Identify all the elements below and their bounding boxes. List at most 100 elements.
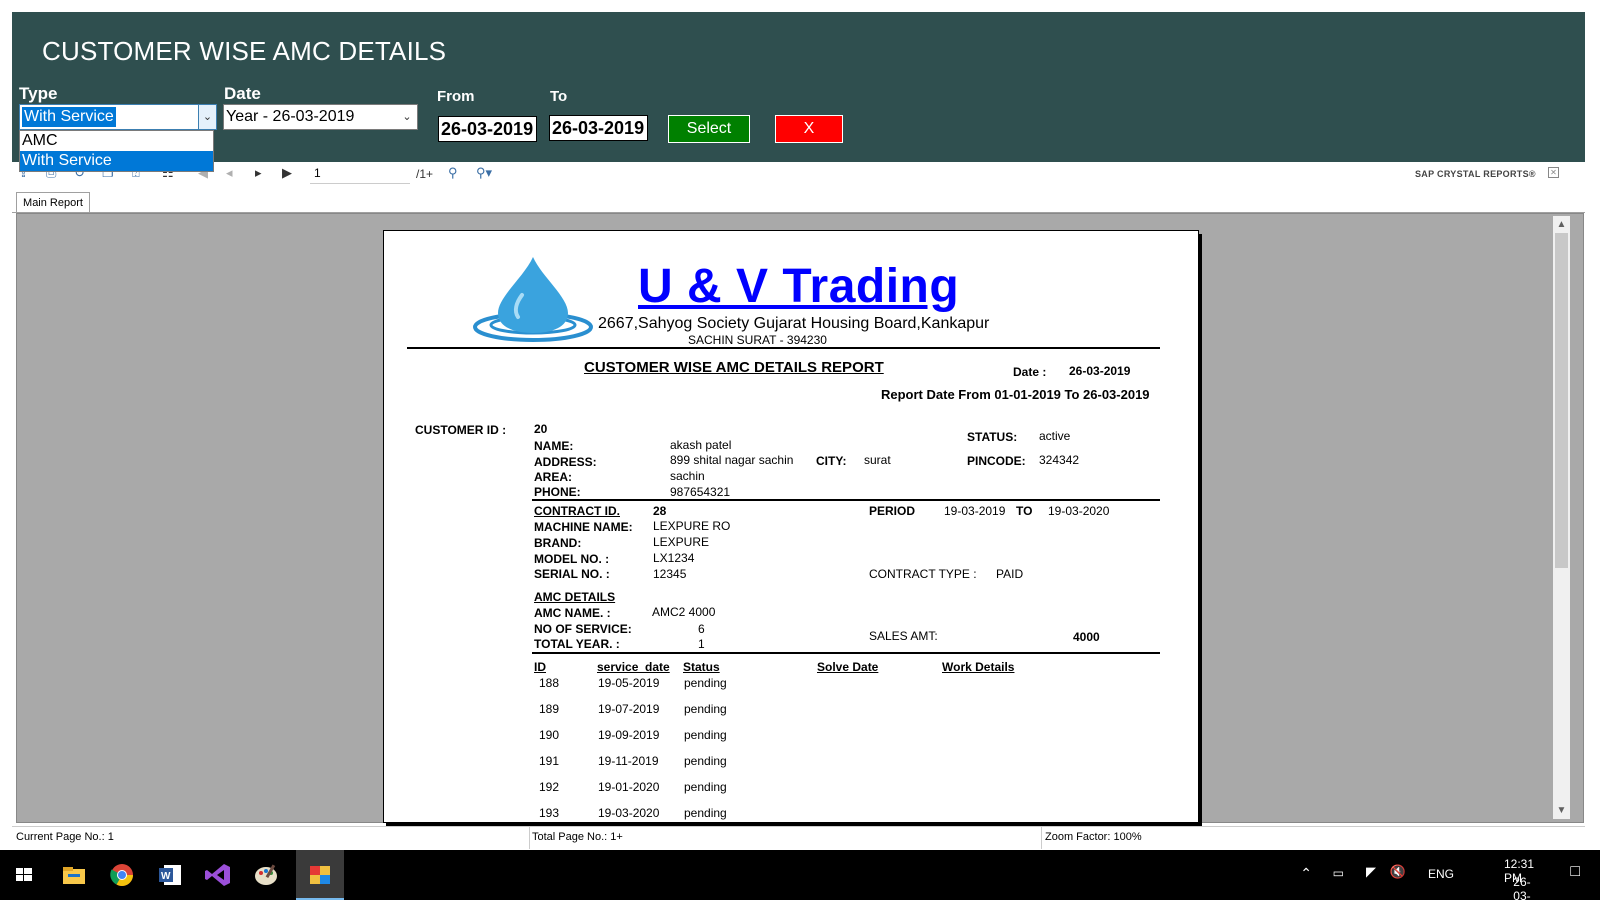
type-option-with-service[interactable]: With Service	[20, 151, 213, 171]
active-app-tile[interactable]	[296, 850, 344, 900]
column-header-status: Status	[683, 660, 720, 674]
volume-muted-icon[interactable]: 🔇	[1390, 864, 1406, 880]
vertical-scrollbar[interactable]: ▲ ▼	[1553, 216, 1570, 819]
total-page-status: Total Page No.: 1+	[532, 831, 623, 843]
page-number-input[interactable]: 1	[310, 164, 410, 184]
contract-type-label: CONTRACT TYPE :	[869, 567, 977, 581]
column-header-solve-date: Solve Date	[817, 660, 879, 674]
company-address-line1: 2667,Sahyog Society Gujarat Housing Boar…	[598, 315, 990, 332]
select-button[interactable]: Select	[668, 115, 750, 143]
column-header-work-details: Work Details	[942, 660, 1015, 674]
close-icon[interactable]: ✕	[1548, 167, 1559, 178]
zoom-icon[interactable]: ⚲▾	[476, 165, 492, 181]
service-date: 19-09-2019	[598, 728, 660, 742]
from-date-field[interactable]: 26-03-2019	[438, 116, 537, 142]
from-label: From	[437, 88, 475, 105]
last-page-icon[interactable]: ▶	[282, 165, 292, 181]
report-toolbar: ⇪ ⎙ ↻ ❐ ⍰ ☷ ◀ ◂ ▸ ▶ 1 /1+ ⚲ ⚲▾ SAP CRYST…	[12, 162, 1585, 186]
machine-name-label: MACHINE NAME:	[534, 520, 633, 534]
report-title: CUSTOMER WISE AMC DETAILS REPORT	[584, 359, 884, 376]
brand-label: BRAND:	[534, 536, 582, 550]
total-year: 1	[698, 637, 705, 651]
customer-id-label: CUSTOMER ID :	[415, 423, 507, 437]
close-button[interactable]: X	[775, 115, 843, 143]
chrome-icon[interactable]	[106, 860, 138, 890]
status-bar: Current Page No.: 1 Total Page No.: 1+ Z…	[12, 826, 1585, 849]
service-id: 190	[539, 728, 560, 742]
tab-main-report[interactable]: Main Report	[16, 192, 90, 213]
column-header-id: ID	[534, 660, 546, 674]
date-label: Date	[224, 84, 261, 103]
crystal-reports-brand: SAP CRYSTAL REPORTS®	[1415, 169, 1536, 179]
service-status: pending	[684, 676, 727, 690]
amc-name: AMC2 4000	[652, 605, 716, 619]
type-select[interactable]: With Service ⌄	[19, 104, 217, 130]
page-count: /1+	[416, 167, 434, 181]
to-date-field[interactable]: 26-03-2019	[549, 115, 648, 141]
notification-icon[interactable]: □	[1570, 863, 1580, 881]
next-page-icon[interactable]: ▸	[255, 165, 262, 181]
word-icon[interactable]: W	[154, 860, 186, 890]
visual-studio-icon[interactable]	[202, 860, 234, 890]
sales-amount: 4000	[1073, 630, 1100, 644]
scroll-thumb[interactable]	[1555, 233, 1568, 568]
status-label: STATUS:	[967, 430, 1018, 444]
to-label: To	[550, 88, 568, 105]
chevron-down-icon[interactable]: ⌄	[399, 105, 415, 129]
app-window: CUSTOMER WISE AMC DETAILS Type Date From…	[0, 0, 1600, 917]
type-option-amc[interactable]: AMC	[20, 131, 213, 151]
clock-date[interactable]: 26-03-2019	[1513, 875, 1540, 917]
battery-icon[interactable]: ▭	[1333, 866, 1344, 880]
report-date-value: 26-03-2019	[1069, 364, 1131, 378]
customer-name: akash patel	[670, 438, 732, 452]
service-date: 19-03-2020	[598, 806, 660, 820]
serial-label: SERIAL NO. :	[534, 567, 610, 581]
pincode-label: PINCODE:	[967, 454, 1026, 468]
file-explorer-icon[interactable]	[58, 860, 90, 890]
divider	[407, 347, 1160, 349]
language-indicator[interactable]: ENG	[1428, 867, 1454, 881]
brand-value: LEXPURE	[653, 535, 710, 549]
divider	[1041, 827, 1042, 849]
total-year-label: TOTAL YEAR. :	[534, 637, 620, 651]
scroll-down-icon[interactable]: ▼	[1553, 802, 1570, 819]
scroll-up-icon[interactable]: ▲	[1553, 216, 1570, 233]
date-select[interactable]: Year - 26-03-2019 ⌄	[223, 104, 418, 130]
service-status: pending	[684, 780, 727, 794]
svg-text:W: W	[161, 871, 171, 882]
city-label: CITY:	[816, 454, 847, 468]
crystal-report-app-icon	[310, 866, 330, 884]
service-id: 192	[539, 780, 560, 794]
no-of-service-label: NO OF SERVICE:	[534, 622, 632, 636]
phone-label: PHONE:	[534, 485, 581, 499]
service-id: 189	[539, 702, 560, 716]
find-icon[interactable]: ⚲	[448, 165, 458, 181]
service-date: 19-07-2019	[598, 702, 660, 716]
contract-id-label: CONTRACT ID.	[534, 504, 620, 518]
windows-start-icon[interactable]	[8, 860, 40, 890]
service-date: 19-11-2019	[598, 754, 659, 768]
divider	[532, 652, 1160, 654]
zoom-status: Zoom Factor: 100%	[1045, 831, 1142, 843]
customer-status: active	[1039, 429, 1071, 443]
service-status: pending	[684, 728, 727, 742]
service-status: pending	[684, 702, 727, 716]
paint-icon[interactable]	[250, 860, 282, 890]
service-date: 19-05-2019	[598, 676, 660, 690]
customer-id: 20	[534, 422, 548, 436]
contract-type: PAID	[996, 567, 1024, 581]
service-status: pending	[684, 754, 727, 768]
customer-city: surat	[864, 453, 891, 467]
chevron-up-icon[interactable]: ⌃	[1300, 865, 1312, 882]
service-date: 19-01-2020	[598, 780, 660, 794]
machine-name: LEXPURE RO	[653, 519, 731, 533]
chevron-down-icon[interactable]: ⌄	[198, 105, 216, 129]
period-from: 19-03-2019	[944, 504, 1006, 518]
divider	[532, 499, 1160, 501]
current-page-status: Current Page No.: 1	[16, 831, 114, 843]
amc-name-label: AMC NAME. :	[534, 606, 611, 620]
date-select-value: Year - 26-03-2019	[226, 108, 355, 125]
previous-page-icon[interactable]: ◂	[226, 165, 233, 181]
wifi-icon[interactable]: ◤	[1366, 864, 1376, 880]
area-label: AREA:	[534, 470, 572, 484]
